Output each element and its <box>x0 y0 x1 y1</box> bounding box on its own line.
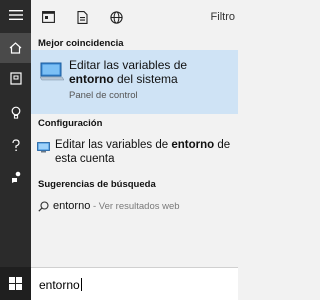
left-rail <box>0 0 31 300</box>
document-icon[interactable] <box>74 9 90 25</box>
settings-result[interactable]: Editar las variables de entorno de esta … <box>31 135 238 173</box>
windows-start-button[interactable] <box>0 267 31 300</box>
filter-button[interactable]: Filtro <box>211 11 235 23</box>
feedback-icon[interactable] <box>0 162 31 192</box>
home-icon[interactable] <box>0 33 31 63</box>
search-box[interactable]: entorno <box>31 267 238 300</box>
best-match-title: Editar las variables de entorno del sist… <box>69 58 188 86</box>
web-suggestion[interactable]: entorno - Ver resultados web <box>31 196 238 216</box>
lightbulb-icon[interactable] <box>0 97 31 127</box>
settings-result-title: Editar las variables de entorno de esta … <box>55 139 231 165</box>
notebook-icon[interactable] <box>0 63 31 93</box>
best-match-subtitle: Panel de control <box>69 90 138 101</box>
suggestion-text: entorno - Ver resultados web <box>53 200 180 212</box>
windows-logo-icon <box>9 277 22 290</box>
system-computer-icon <box>39 61 65 86</box>
best-match-header: Mejor coincidencia <box>38 38 124 49</box>
best-match-result[interactable]: Editar las variables de entorno del sist… <box>31 50 238 114</box>
text-caret <box>80 278 82 291</box>
web-globe-icon[interactable] <box>108 9 124 25</box>
help-icon[interactable] <box>0 130 31 160</box>
search-results-panel: Mejor coincidencia Editar las variables … <box>31 33 238 267</box>
hamburger-menu-icon[interactable] <box>0 0 31 30</box>
suggestions-header: Sugerencias de búsqueda <box>38 179 156 190</box>
settings-monitor-icon <box>37 140 50 158</box>
filter-bar: Filtro <box>31 0 238 33</box>
search-input[interactable]: entorno <box>39 278 82 292</box>
apps-icon[interactable] <box>40 9 56 25</box>
settings-header: Configuración <box>38 118 103 129</box>
search-icon <box>38 199 49 217</box>
